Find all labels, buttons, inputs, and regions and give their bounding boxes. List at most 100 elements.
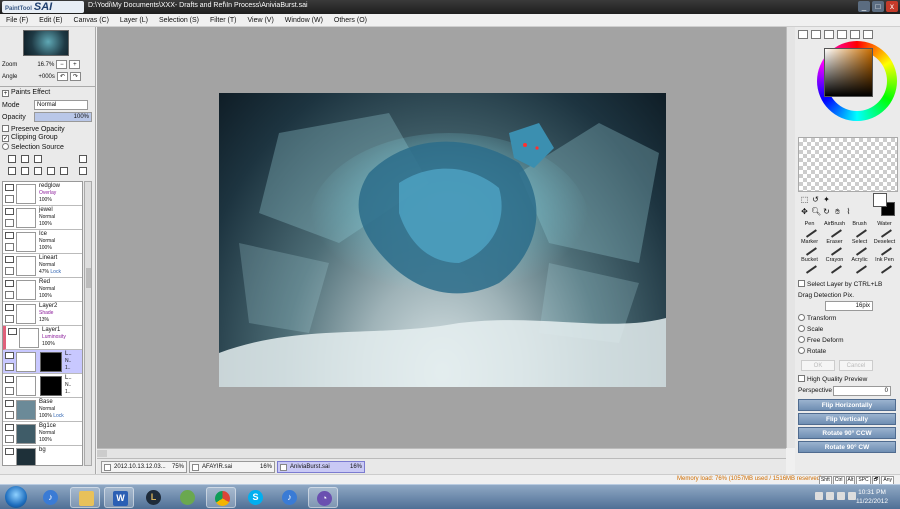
layer-item[interactable]: Layer2 Shade 13% xyxy=(3,302,82,326)
taskbar-app[interactable] xyxy=(172,487,202,508)
transform-option[interactable]: Transform xyxy=(798,314,836,322)
foreground-color-swatch[interactable] xyxy=(873,193,887,207)
visibility-eye-icon[interactable] xyxy=(5,400,14,407)
visibility-eye-icon[interactable] xyxy=(5,376,14,383)
rotate-radio[interactable] xyxy=(798,347,805,354)
swatches-tab-icon[interactable] xyxy=(850,30,860,39)
visibility-eye-icon[interactable] xyxy=(5,352,14,359)
color-mix-tab-icon[interactable] xyxy=(837,30,847,39)
layer-item[interactable]: Ice Normal 100% xyxy=(3,230,82,254)
rotate-ccw-button[interactable]: Rotate 90° CCW xyxy=(798,427,896,439)
taskbar-skype[interactable]: S xyxy=(240,487,270,508)
clipping-group-checkbox[interactable]: ✓ xyxy=(2,135,9,142)
layer-select-checkbox[interactable] xyxy=(5,219,14,227)
layer-select-checkbox[interactable] xyxy=(5,195,14,203)
layer-select-checkbox[interactable] xyxy=(5,435,14,443)
canvas-area[interactable] xyxy=(97,27,786,448)
layer-item[interactable]: Base Normal 100% Lock xyxy=(3,398,82,422)
document-tab[interactable]: 2012.10.13.12.03... 75% xyxy=(101,461,187,473)
taskbar-sai[interactable]: ◔ xyxy=(308,487,338,508)
flip-vertically-button[interactable]: Flip Vertically xyxy=(798,413,896,425)
scroll-thumb[interactable] xyxy=(86,268,91,288)
perspective-slider[interactable]: 0 xyxy=(833,386,891,396)
scale-radio[interactable] xyxy=(798,325,805,332)
brush-select[interactable]: Select xyxy=(847,239,872,257)
ok-button[interactable]: OK xyxy=(801,360,835,371)
color-swatches[interactable] xyxy=(798,137,898,192)
taskbar-itunes[interactable]: ♪ xyxy=(35,487,65,508)
taskbar-chrome[interactable] xyxy=(206,487,236,508)
brush-eraser[interactable]: Eraser xyxy=(822,239,847,257)
layer-item[interactable]: redglow Overlay 100% xyxy=(3,182,82,206)
layer-select-checkbox[interactable] xyxy=(5,291,14,299)
document-tab-active[interactable]: AniviaBurst.sai 16% xyxy=(277,461,365,473)
menu-window[interactable]: Window (W) xyxy=(285,14,323,26)
menu-file[interactable]: File (F) xyxy=(6,14,28,26)
tray-icon[interactable] xyxy=(826,492,834,500)
flip-horizontally-button[interactable]: Flip Horizontally xyxy=(798,399,896,411)
visibility-eye-icon[interactable] xyxy=(5,280,14,287)
layer-select-checkbox[interactable] xyxy=(5,411,14,419)
mode-select[interactable]: Normal xyxy=(34,100,88,110)
free-deform-option[interactable]: Free Deform xyxy=(798,336,843,344)
rotate-icon[interactable]: ↻ xyxy=(822,207,831,216)
move-icon[interactable]: ✥ xyxy=(800,207,809,216)
layer-item[interactable]: bg xyxy=(3,446,82,465)
color-wheel-tab-icon[interactable] xyxy=(798,30,808,39)
minimize-button[interactable]: _ xyxy=(858,1,870,12)
hsv-slider-tab-icon[interactable] xyxy=(824,30,834,39)
brush-ink-pen[interactable]: Ink Pen xyxy=(872,257,897,275)
scroll-thumb[interactable] xyxy=(97,450,107,457)
visibility-eye-icon[interactable] xyxy=(5,304,14,311)
cancel-button[interactable]: Cancel xyxy=(839,360,873,371)
hand-icon[interactable]: ✋︎ xyxy=(833,207,842,216)
menu-filter[interactable]: Filter (T) xyxy=(210,14,236,26)
clear-layer-icon[interactable] xyxy=(34,167,42,175)
brush-marker[interactable]: Marker xyxy=(797,239,822,257)
visibility-eye-icon[interactable] xyxy=(8,328,17,335)
canvas-vertical-scrollbar[interactable] xyxy=(786,27,795,448)
brush-brush[interactable]: Brush xyxy=(847,221,872,239)
layer-item[interactable]: L.. N.. 1.. xyxy=(3,374,82,398)
selection-source-row[interactable]: Selection Source xyxy=(2,143,64,151)
layer-item[interactable]: Layer1 Luminosity 100% xyxy=(3,326,82,350)
menu-edit[interactable]: Edit (E) xyxy=(39,14,62,26)
layer-settings-icon[interactable] xyxy=(79,155,87,163)
visibility-eye-icon[interactable] xyxy=(5,256,14,263)
saturation-value-box[interactable] xyxy=(824,48,873,97)
menu-selection[interactable]: Selection (S) xyxy=(159,14,199,26)
magic-wand-icon[interactable]: ✦ xyxy=(822,195,831,204)
rgb-slider-tab-icon[interactable] xyxy=(811,30,821,39)
layer-select-checkbox[interactable] xyxy=(5,243,14,251)
brush-acrylic[interactable]: Acrylic xyxy=(847,257,872,275)
rotate-left-button[interactable]: ↶ xyxy=(56,72,68,81)
brush-deselect[interactable]: Deselect xyxy=(872,239,897,257)
transform-radio[interactable] xyxy=(798,314,805,321)
brush-water[interactable]: Water xyxy=(872,221,897,239)
taskbar-clock[interactable]: 10:31 PM 11/22/2012 xyxy=(852,488,892,506)
preserve-opacity-row[interactable]: Preserve Opacity xyxy=(2,125,65,133)
layer-select-checkbox[interactable] xyxy=(5,315,14,323)
merge-down-icon[interactable] xyxy=(21,167,29,175)
start-button[interactable] xyxy=(5,486,27,508)
visibility-eye-icon[interactable] xyxy=(5,448,14,455)
navigator-thumbnail[interactable] xyxy=(23,30,69,56)
layer-item[interactable]: jewel Normal 100% xyxy=(3,206,82,230)
layer-mask-thumbnail[interactable] xyxy=(40,376,62,396)
zoom-out-button[interactable]: − xyxy=(56,60,68,69)
visibility-eye-icon[interactable] xyxy=(5,232,14,239)
brush-bucket[interactable]: Bucket xyxy=(797,257,822,275)
new-linework-layer-icon[interactable] xyxy=(21,155,29,163)
lasso-icon[interactable]: ↺ xyxy=(811,195,820,204)
high-quality-option[interactable]: High Quality Preview xyxy=(798,375,867,383)
visibility-eye-icon[interactable] xyxy=(5,424,14,431)
zoom-in-button[interactable]: + xyxy=(69,60,81,69)
zoom-value[interactable]: 16.7% xyxy=(37,62,54,68)
rotate-cw-button[interactable]: Rotate 90° CW xyxy=(798,441,896,453)
taskbar-league[interactable]: L xyxy=(138,487,168,508)
zoom-icon[interactable]: 🔍︎ xyxy=(811,207,821,216)
maximize-button[interactable]: □ xyxy=(872,1,884,12)
eyedropper-icon[interactable]: ⌇ xyxy=(844,207,853,216)
artwork-canvas[interactable] xyxy=(219,93,666,387)
drag-detection-slider[interactable]: 16pix xyxy=(825,301,873,311)
